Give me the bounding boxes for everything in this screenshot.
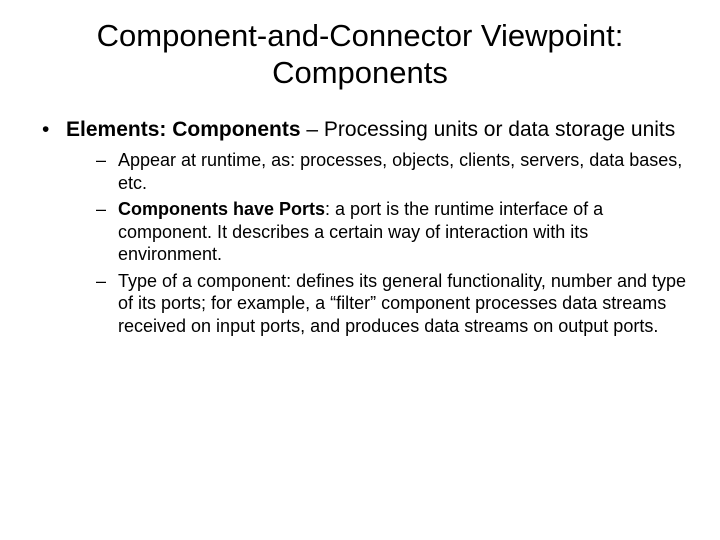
sub-bullet-ports: Components have Ports: a port is the run… bbox=[96, 198, 686, 266]
bullet-elements-label: Elements: Components bbox=[66, 118, 301, 141]
sub-bullet-type: Type of a component: defines its general… bbox=[96, 270, 686, 338]
bullet-elements-sep: – bbox=[301, 118, 324, 141]
sub-bullet-runtime: Appear at runtime, as: processes, object… bbox=[96, 149, 686, 194]
slide: Component-and-Connector Viewpoint: Compo… bbox=[0, 0, 720, 540]
bullet-elements: Elements: Components – Processing units … bbox=[34, 117, 686, 337]
sub-bullet-text: Appear at runtime, as: processes, object… bbox=[118, 150, 682, 193]
bullet-list-level1: Elements: Components – Processing units … bbox=[34, 117, 686, 337]
bullet-elements-rest: Processing units or data storage units bbox=[324, 118, 675, 141]
sub-bullet-text: Type of a component: defines its general… bbox=[118, 271, 686, 336]
bullet-list-level2: Appear at runtime, as: processes, object… bbox=[96, 149, 686, 337]
slide-title: Component-and-Connector Viewpoint: Compo… bbox=[34, 18, 686, 91]
sub-bullet-bold: Components have Ports bbox=[118, 199, 325, 219]
